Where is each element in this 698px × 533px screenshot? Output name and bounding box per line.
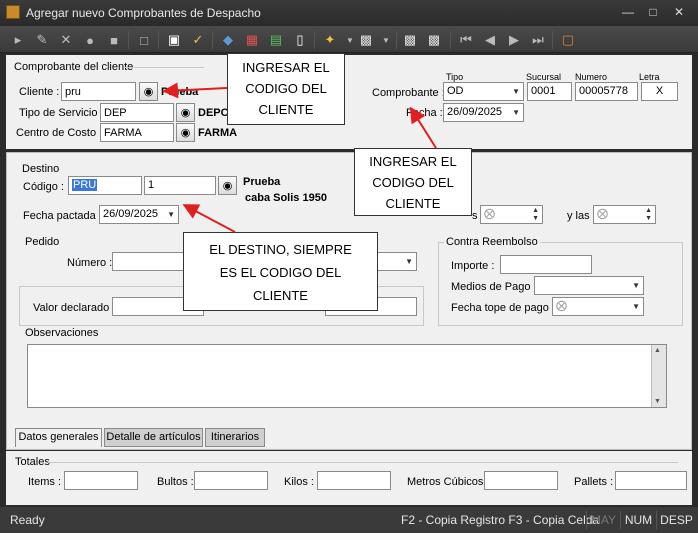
annotation-arrows [162,82,437,233]
arrow-to-cliente [162,82,228,99]
arrow-to-comprobante [409,106,437,149]
arrow-to-destino [182,204,236,233]
